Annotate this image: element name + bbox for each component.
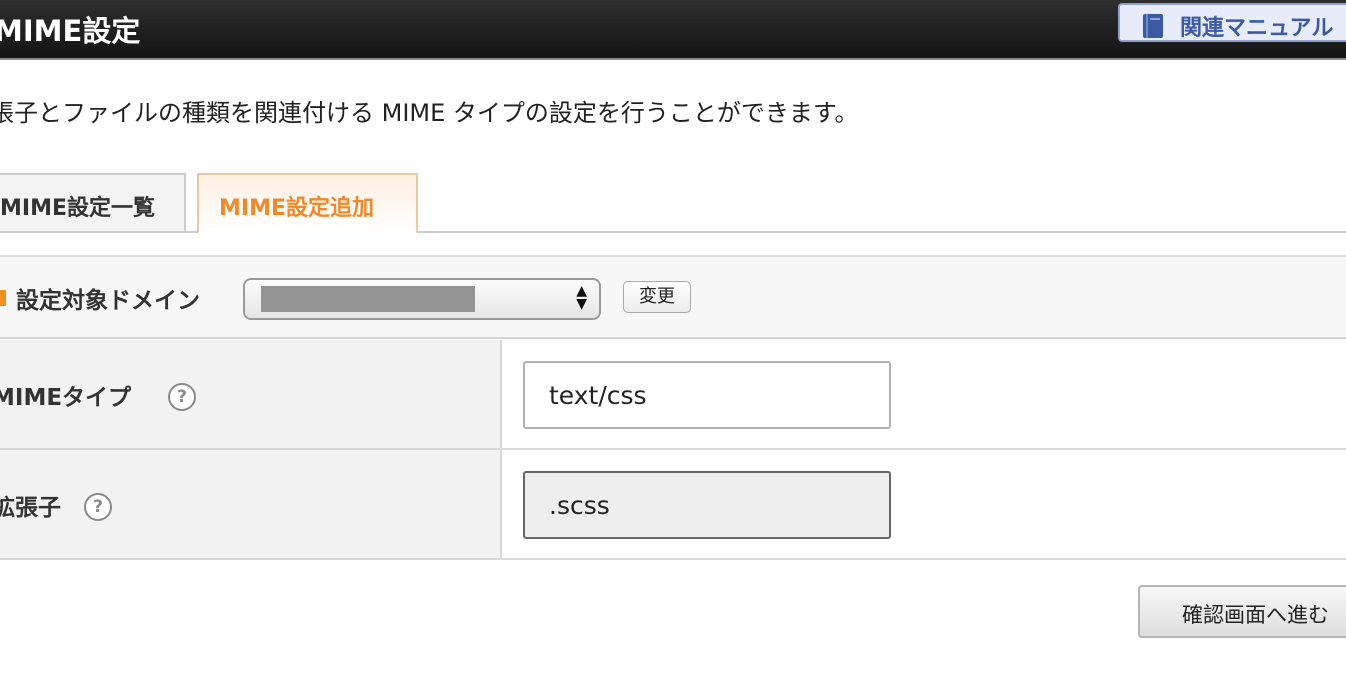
related-manual-button[interactable]: 関連マニュアル [1118,3,1346,42]
extension-row: 拡張子 ? [0,450,1346,560]
redacted-domain-value [261,286,475,312]
domain-selector-row: 設定対象ドメイン ▲ ▼ 変更 [0,255,1346,339]
extension-help-icon[interactable]: ? [84,493,112,521]
proceed-to-confirm-label: 確認画面へ進む [1182,603,1329,627]
related-manual-label: 関連マニュアル [1180,16,1334,41]
proceed-to-confirm-button[interactable]: 確認画面へ進む [1138,585,1346,638]
tab-mime-add[interactable]: MIME設定追加 [197,173,418,234]
mime-type-input[interactable] [523,361,891,429]
domain-select[interactable]: ▲ ▼ [243,278,601,320]
extension-input[interactable] [523,471,891,539]
extension-label: 拡張子 [0,495,61,521]
tab-mime-list[interactable]: MIME設定一覧 [0,173,186,232]
page-description: 張子とファイルの種類を関連付ける MIME タイプの設定を行うことができます。 [0,99,859,127]
mime-type-label-cell: MIMEタイプ ? [0,340,502,448]
mime-type-help-icon[interactable]: ? [168,383,196,411]
domain-label: 設定対象ドメイン [16,288,200,314]
page-header: MIME設定 関連マニュアル [0,0,1346,60]
tab-mime-list-label: MIME設定一覧 [0,196,155,221]
section-marker-icon [0,290,6,306]
extension-label-cell: 拡張子 ? [0,450,502,558]
select-arrows-icon: ▲ ▼ [576,283,587,312]
book-icon [1143,14,1163,38]
mime-type-label: MIMEタイプ [0,385,132,411]
tab-mime-add-label: MIME設定追加 [219,196,374,221]
mime-type-row: MIMEタイプ ? [0,340,1346,450]
page-title: MIME設定 [0,14,141,48]
change-domain-button[interactable]: 変更 [623,281,691,313]
